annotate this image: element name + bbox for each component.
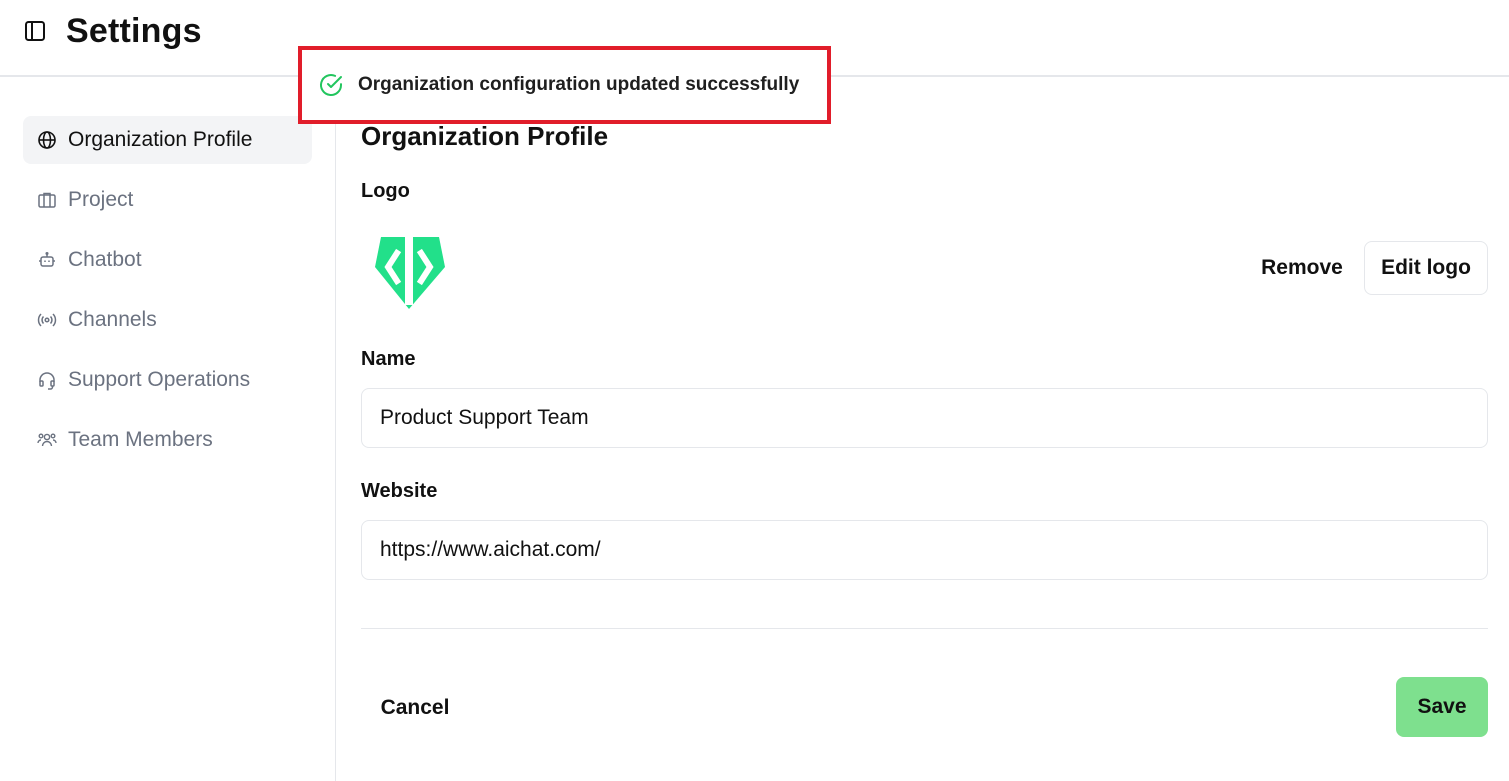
sidebar-item-label: Team Members xyxy=(68,428,213,451)
save-button[interactable]: Save xyxy=(1396,677,1488,737)
page-title: Settings xyxy=(66,12,202,50)
sidebar-toggle-icon[interactable] xyxy=(24,20,46,42)
edit-logo-button[interactable]: Edit logo xyxy=(1364,241,1488,295)
form-divider xyxy=(361,628,1488,629)
website-label: Website xyxy=(361,480,438,502)
remove-logo-button[interactable]: Remove xyxy=(1241,242,1363,294)
website-input[interactable] xyxy=(361,520,1488,580)
sidebar-item-label: Support Operations xyxy=(68,368,251,391)
sidebar-item-label: Channels xyxy=(68,308,157,331)
check-circle-icon xyxy=(318,72,344,98)
settings-sidebar: Organization Profile Project Chatbot Cha… xyxy=(0,77,336,781)
success-toast: Organization configuration updated succe… xyxy=(298,46,831,124)
organization-logo xyxy=(371,227,449,309)
users-icon xyxy=(37,430,57,450)
sidebar-item-project[interactable]: Project xyxy=(23,176,312,224)
name-label: Name xyxy=(361,348,416,370)
sidebar-item-label: Chatbot xyxy=(68,248,142,271)
sidebar-item-chatbot[interactable]: Chatbot xyxy=(23,236,312,284)
bot-icon xyxy=(37,250,57,270)
globe-icon xyxy=(37,130,57,150)
sidebar-item-channels[interactable]: Channels xyxy=(23,296,312,344)
sidebar-item-label: Organization Profile xyxy=(68,128,253,151)
cancel-button[interactable]: Cancel xyxy=(361,678,469,738)
sidebar-item-label: Project xyxy=(68,188,134,211)
section-title: Organization Profile xyxy=(361,121,609,151)
radio-icon xyxy=(37,310,57,330)
toast-message: Organization configuration updated succe… xyxy=(358,74,800,95)
name-input[interactable] xyxy=(361,388,1488,448)
sidebar-item-organization-profile[interactable]: Organization Profile xyxy=(23,116,312,164)
sidebar-item-team-members[interactable]: Team Members xyxy=(23,416,312,464)
logo-label: Logo xyxy=(361,180,410,202)
headset-icon xyxy=(37,370,57,390)
sidebar-item-support-operations[interactable]: Support Operations xyxy=(23,356,312,404)
briefcase-icon xyxy=(37,190,57,210)
